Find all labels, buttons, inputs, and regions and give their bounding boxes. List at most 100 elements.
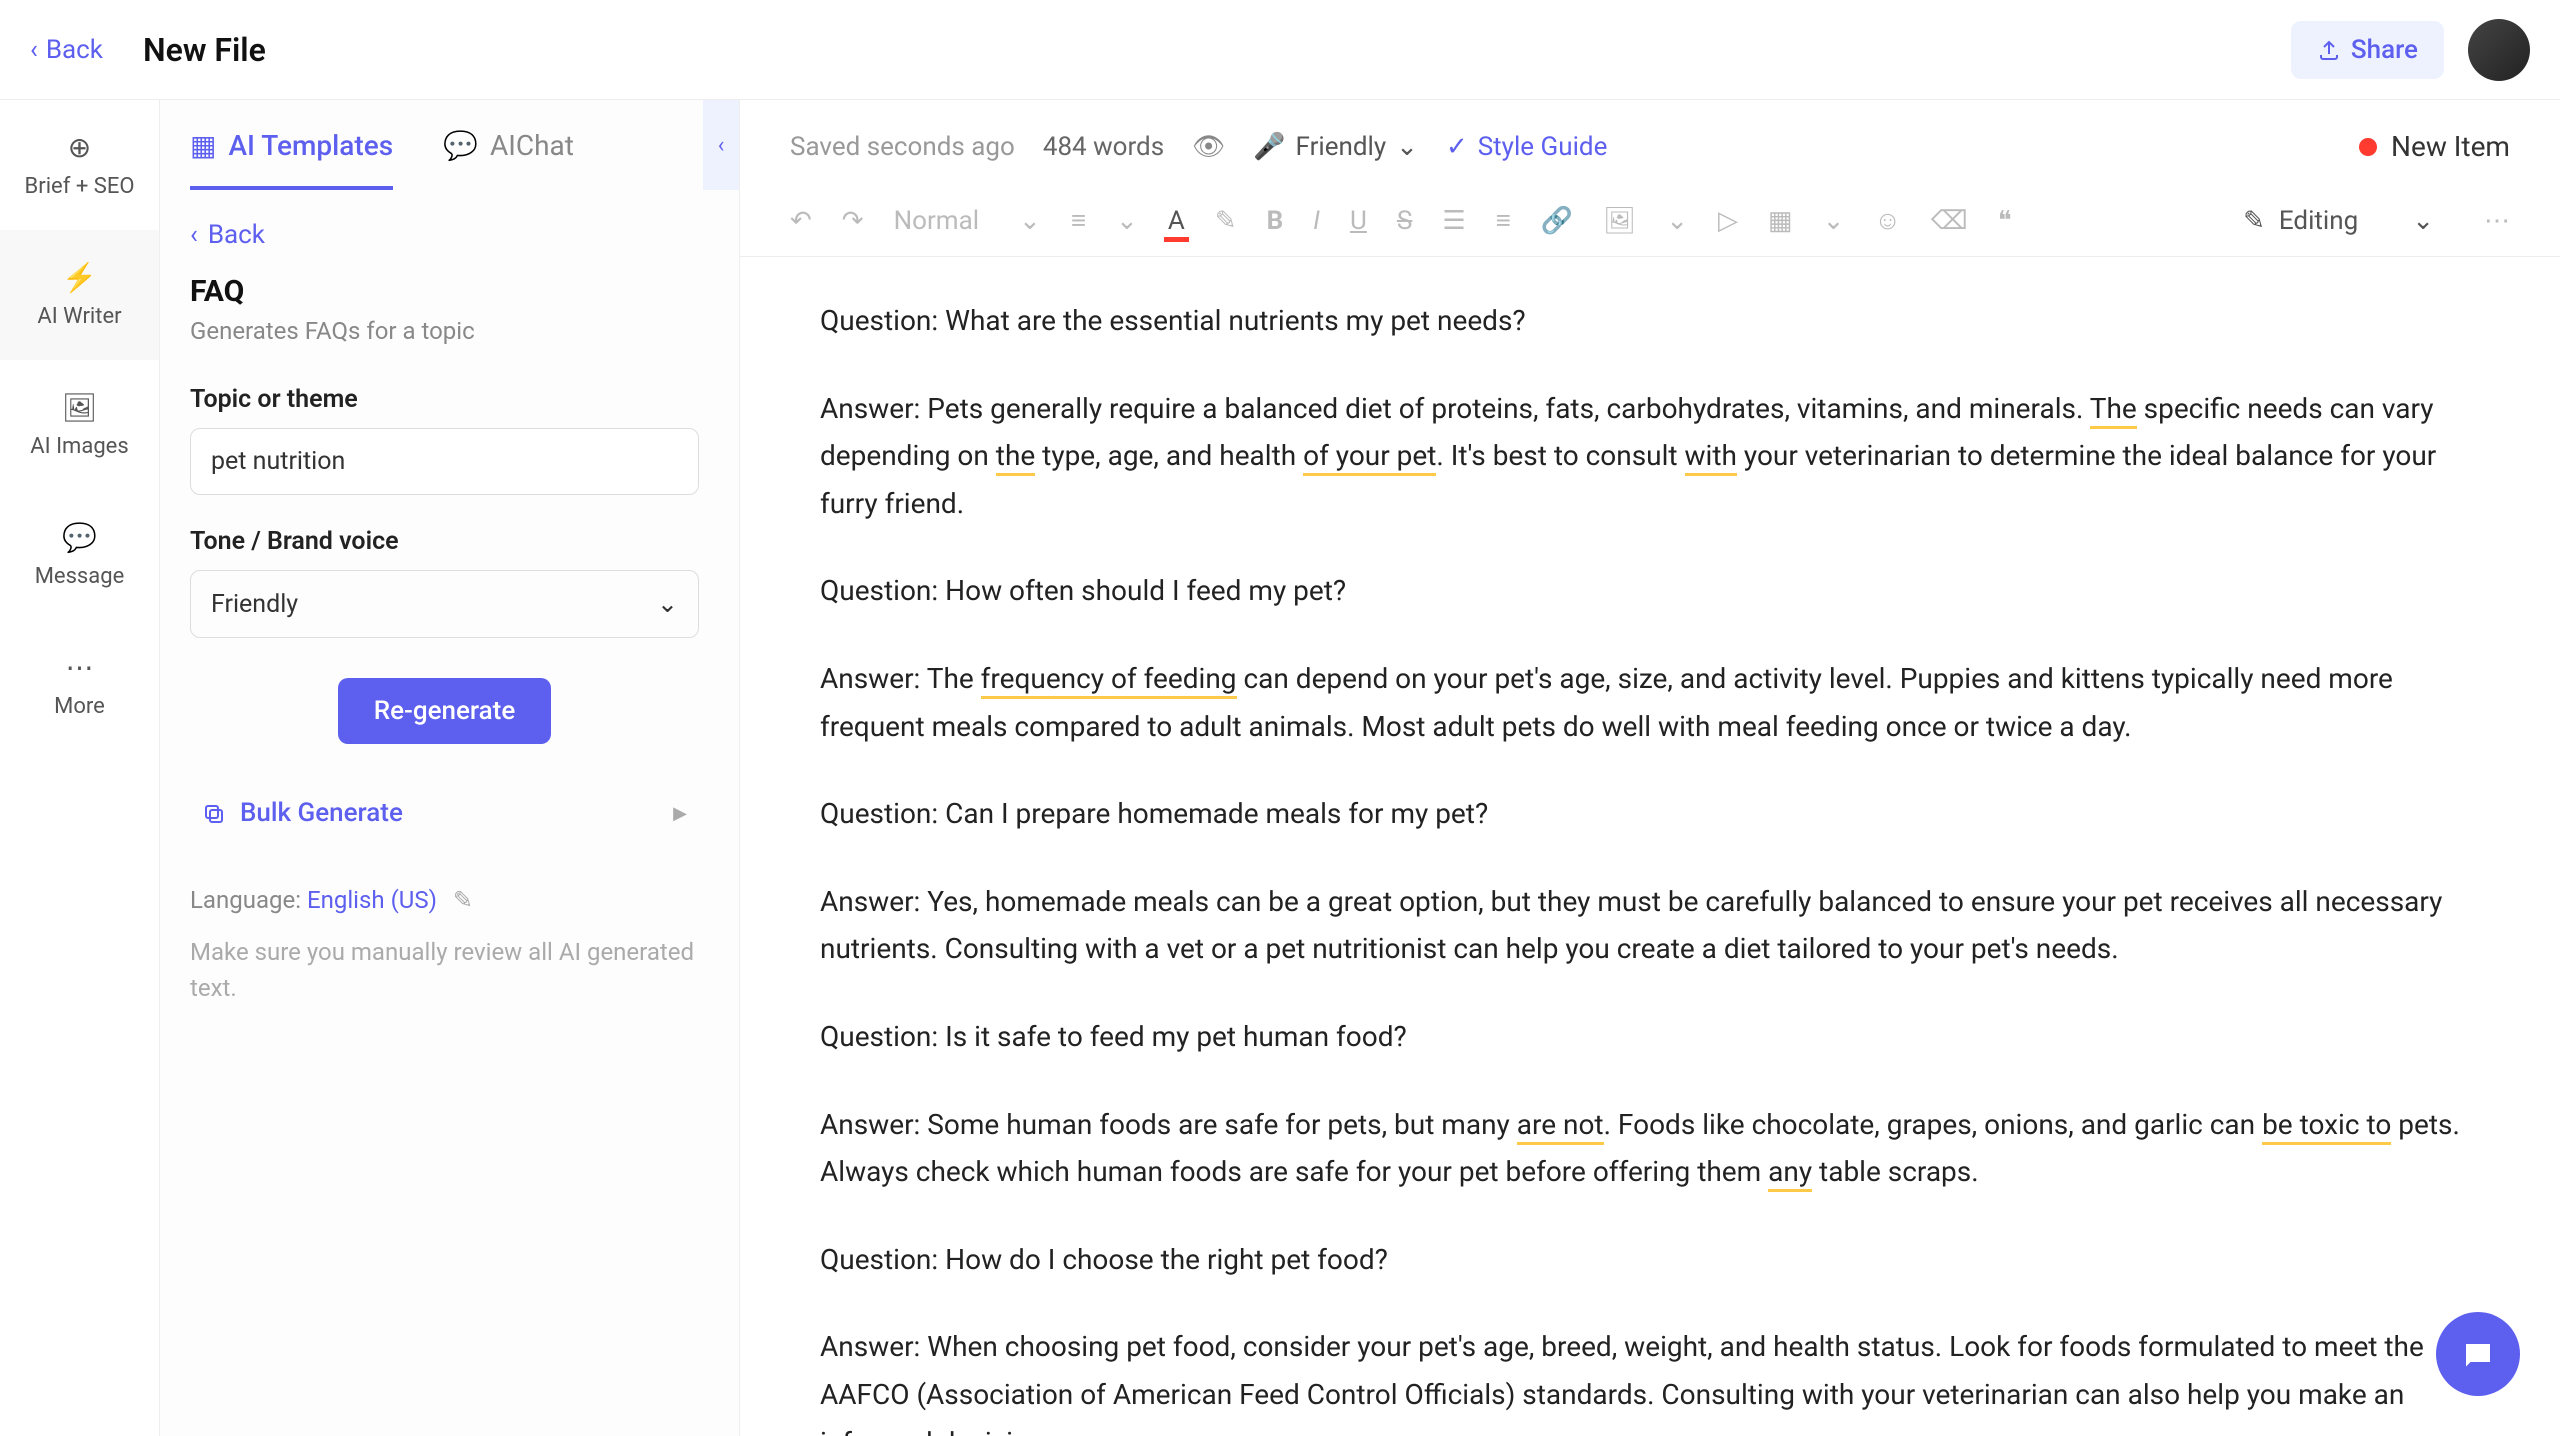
chevron-right-icon: ▶ — [673, 803, 687, 824]
editor: Saved seconds ago 484 words 👁 🎤 Friendly… — [740, 100, 2560, 1436]
number-list-button[interactable]: ≡ — [1496, 205, 1511, 236]
q4: Question: Is it safe to feed my pet huma… — [820, 1013, 2480, 1061]
image-icon: 🖼 — [62, 391, 98, 424]
template-subtitle: Generates FAQs for a topic — [190, 317, 699, 345]
editor-statusbar: Saved seconds ago 484 words 👁 🎤 Friendly… — [740, 100, 2560, 193]
chevron-down-icon: ⌄ — [1019, 206, 1041, 236]
status-dot-icon — [2359, 138, 2377, 156]
style-guide-button[interactable]: ✓ Style Guide — [1446, 132, 1607, 162]
edit-icon[interactable]: ✎ — [453, 886, 473, 914]
chat-icon — [2460, 1333, 2496, 1375]
redo-button[interactable]: ↷ — [842, 206, 864, 236]
more-options-button[interactable]: ⋯ — [2484, 206, 2510, 236]
more-icon: ⋯ — [66, 651, 94, 684]
header: ‹ Back New File Share — [0, 0, 2560, 100]
main: ⊕ Brief + SEO ⚡ AI Writer 🖼 AI Images 💬 … — [0, 100, 2560, 1436]
italic-button[interactable]: I — [1313, 206, 1320, 236]
tab-aichat[interactable]: 💬 AIChat — [443, 100, 574, 190]
video-button[interactable]: ▷ — [1718, 206, 1738, 236]
rail-brief-seo[interactable]: ⊕ Brief + SEO — [0, 100, 159, 230]
underline-button[interactable]: U — [1350, 206, 1367, 236]
rail-message[interactable]: 💬 Message — [0, 490, 159, 620]
bold-button[interactable]: B — [1267, 206, 1284, 236]
left-rail: ⊕ Brief + SEO ⚡ AI Writer 🖼 AI Images 💬 … — [0, 100, 160, 1436]
eye-icon[interactable]: 👁 — [1192, 132, 1225, 162]
text-color-button[interactable]: A — [1168, 206, 1185, 236]
back-button[interactable]: ‹ Back — [30, 35, 103, 65]
a3: Answer: Yes, homemade meals can be a gre… — [820, 878, 2480, 973]
language-link[interactable]: English (US) — [307, 886, 437, 914]
chevron-left-icon: ‹ — [190, 220, 198, 250]
language-row: Language: English (US) ✎ — [190, 886, 699, 914]
a1: Answer: Pets generally require a balance… — [820, 385, 2480, 528]
undo-button[interactable]: ↶ — [790, 206, 812, 236]
quote-button[interactable]: ❝ — [1998, 206, 2012, 236]
tone-select[interactable]: Friendly ⌄ — [190, 570, 699, 638]
editor-content[interactable]: Question: What are the essential nutrien… — [740, 257, 2560, 1436]
sidebar-tabs: ▦ AI Templates 💬 AIChat ‹ — [160, 100, 739, 190]
check-circle-icon: ✓ — [1446, 132, 1468, 162]
rail-label: AI Images — [30, 434, 128, 459]
rail-more[interactable]: ⋯ More — [0, 620, 159, 750]
chat-icon: 💬 — [443, 129, 478, 162]
share-button[interactable]: Share — [2291, 21, 2444, 79]
image-button[interactable]: 🖼 — [1603, 206, 1636, 236]
rail-ai-writer[interactable]: ⚡ AI Writer — [0, 230, 159, 360]
chevron-down-icon: ⌄ — [657, 589, 678, 619]
editing-label: Editing — [2279, 206, 2358, 236]
bullet-list-button[interactable]: ☰ — [1442, 206, 1465, 236]
tab-label: AIChat — [490, 129, 574, 162]
align-button[interactable]: ≡ — [1071, 205, 1086, 236]
sidebar: ▦ AI Templates 💬 AIChat ‹ ‹ Back FAQ Gen… — [160, 100, 740, 1436]
editing-mode-select[interactable]: ✎ Editing ⌄ — [2243, 206, 2434, 236]
rail-label: AI Writer — [37, 304, 121, 329]
align-dropdown[interactable]: ⌄ — [1116, 206, 1138, 236]
mic-icon: 🎤 — [1253, 132, 1285, 162]
emoji-button[interactable]: ☺ — [1874, 205, 1901, 236]
highlight-button[interactable]: ✎ — [1215, 206, 1237, 236]
sidebar-back-button[interactable]: ‹ Back — [190, 220, 699, 250]
rail-label: More — [54, 694, 105, 719]
chat-icon: 💬 — [62, 521, 97, 554]
tab-ai-templates[interactable]: ▦ AI Templates — [190, 100, 393, 190]
chat-fab[interactable] — [2436, 1312, 2520, 1396]
table-dropdown[interactable]: ⌄ — [1823, 206, 1845, 236]
grid-icon: ▦ — [190, 129, 216, 162]
a4: Answer: Some human foods are safe for pe… — [820, 1101, 2480, 1196]
q2: Question: How often should I feed my pet… — [820, 567, 2480, 615]
tone-label: Tone / Brand voice — [190, 527, 699, 556]
collapse-sidebar-button[interactable]: ‹ — [703, 100, 739, 190]
word-count: 484 words — [1043, 132, 1164, 162]
user-avatar[interactable] — [2468, 19, 2530, 81]
file-title: New File — [143, 31, 266, 69]
a5: Answer: When choosing pet food, consider… — [820, 1323, 2480, 1436]
tone-dropdown[interactable]: 🎤 Friendly ⌄ — [1253, 132, 1418, 162]
tone-value: Friendly — [1296, 132, 1387, 162]
topic-input[interactable] — [190, 428, 699, 495]
q5: Question: How do I choose the right pet … — [820, 1236, 2480, 1284]
link-button[interactable]: 🔗 — [1541, 206, 1573, 236]
new-item-indicator[interactable]: New Item — [2359, 130, 2510, 163]
rail-label: Brief + SEO — [25, 174, 135, 199]
clear-format-button[interactable]: ⌫ — [1931, 206, 1968, 236]
saved-status: Saved seconds ago — [790, 132, 1015, 162]
rail-ai-images[interactable]: 🖼 AI Images — [0, 360, 159, 490]
block-style-select[interactable]: Normal ⌄ — [894, 206, 1041, 236]
strike-button[interactable]: S — [1397, 206, 1412, 236]
back-label: Back — [46, 35, 103, 65]
language-label: Language: — [190, 886, 307, 914]
chevron-left-icon: ‹ — [718, 133, 725, 158]
style-guide-label: Style Guide — [1478, 132, 1608, 162]
table-button[interactable]: ▦ — [1768, 206, 1793, 236]
chevron-down-icon: ⌄ — [1396, 132, 1418, 162]
image-dropdown[interactable]: ⌄ — [1666, 206, 1688, 236]
chevron-down-icon: ⌄ — [2412, 206, 2434, 236]
regenerate-button[interactable]: Re-generate — [338, 678, 552, 744]
pencil-icon: ✎ — [2243, 206, 2265, 236]
bulk-label: Bulk Generate — [240, 798, 403, 828]
bulk-generate-button[interactable]: Bulk Generate ▶ — [190, 780, 699, 846]
a2: Answer: The frequency of feeding can dep… — [820, 655, 2480, 750]
rail-label: Message — [35, 564, 125, 589]
copy-icon — [202, 798, 226, 828]
bolt-icon: ⚡ — [62, 261, 97, 294]
